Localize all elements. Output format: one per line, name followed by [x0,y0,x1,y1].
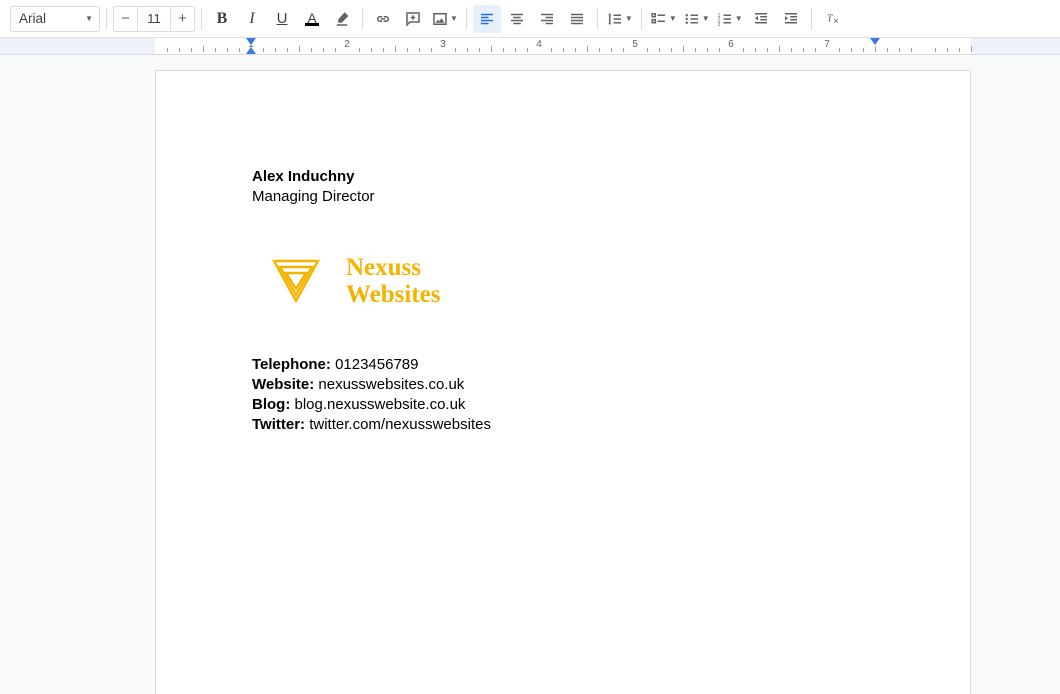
align-right-icon [538,10,556,28]
contact-label: Blog: [252,396,295,413]
link-icon [374,10,392,28]
ruler-scale: 1234567 [155,38,971,54]
chevron-down-icon: ▼ [669,14,677,23]
contact-value: nexusswebsites.co.uk [318,376,464,393]
align-right-button[interactable] [533,5,561,33]
document-workspace: Alex Induchny Managing Director Nexuss W… [0,55,1060,694]
checklist-icon [650,10,668,28]
numbered-list-button[interactable]: 123 ▼ [714,5,745,33]
font-family-select[interactable]: Arial ▼ [10,6,100,32]
separator [106,8,107,30]
align-justify-icon [568,10,586,28]
contact-block: Telephone: 0123456789Website: nexusswebs… [252,355,874,436]
highlighter-icon [333,10,351,28]
separator [811,8,812,30]
bullet-list-icon [683,10,701,28]
text-color-swatch [305,23,319,26]
font-size-increase-button[interactable]: + [171,6,195,32]
font-size-group: − + [113,6,195,32]
comment-icon [404,10,422,28]
right-indent-marker[interactable] [870,38,880,45]
contact-label: Website: [252,376,318,393]
contact-line: Website: nexusswebsites.co.uk [252,375,874,395]
separator [466,8,467,30]
indent-decrease-icon [752,10,770,28]
svg-text:✕: ✕ [832,16,838,25]
align-center-icon [508,10,526,28]
signature-title: Managing Director [252,187,874,207]
clear-formatting-button[interactable]: T✕ [818,5,846,33]
numbered-list-icon: 123 [716,10,734,28]
left-indent-marker[interactable] [246,38,256,45]
svg-text:3: 3 [717,21,720,27]
contact-value: twitter.com/nexusswebsites [309,416,491,433]
chevron-down-icon: ▼ [85,14,93,23]
font-family-label: Arial [19,11,46,26]
chevron-down-icon: ▼ [735,14,743,23]
align-left-button[interactable] [473,5,501,33]
clear-format-icon: T✕ [823,10,841,28]
logo-line1: Nexuss [346,254,440,282]
insert-comment-button[interactable] [399,5,427,33]
line-spacing-icon [606,10,624,28]
insert-link-button[interactable] [369,5,397,33]
contact-line: Telephone: 0123456789 [252,355,874,375]
document-page[interactable]: Alex Induchny Managing Director Nexuss W… [155,70,971,694]
highlight-button[interactable] [328,5,356,33]
separator [597,8,598,30]
bold-button[interactable]: B [208,5,236,33]
indent-decrease-button[interactable] [747,5,775,33]
bulleted-list-button[interactable]: ▼ [681,5,712,33]
separator [201,8,202,30]
checklist-button[interactable]: ▼ [648,5,679,33]
company-logo-text: Nexuss Websites [346,254,440,309]
line-spacing-button[interactable]: ▼ [604,5,635,33]
contact-label: Twitter: [252,416,309,433]
indent-increase-button[interactable] [777,5,805,33]
font-size-input[interactable] [137,6,171,32]
image-icon [431,10,449,28]
chevron-down-icon: ▼ [450,14,458,23]
contact-value: 0123456789 [335,356,418,373]
formatting-toolbar: Arial ▼ − + B I U A ▼ [0,0,1060,38]
contact-value: blog.nexusswebsite.co.uk [295,396,466,413]
align-left-icon [478,10,496,28]
align-justify-button[interactable] [563,5,591,33]
horizontal-ruler[interactable]: 1234567 [0,38,1060,55]
contact-line: Twitter: twitter.com/nexusswebsites [252,415,874,435]
first-line-indent-marker[interactable] [246,47,256,54]
logo-line2: Websites [346,281,440,309]
chevron-down-icon: ▼ [702,14,710,23]
company-logo: Nexuss Websites [270,254,874,309]
chevron-down-icon: ▼ [625,14,633,23]
signature-name: Alex Induchny [252,167,874,187]
font-size-decrease-button[interactable]: − [113,6,137,32]
text-color-button[interactable]: A [298,5,326,33]
triangle-logo-icon [270,257,322,305]
contact-label: Telephone: [252,356,335,373]
underline-button[interactable]: U [268,5,296,33]
insert-image-button[interactable]: ▼ [429,5,460,33]
separator [362,8,363,30]
align-center-button[interactable] [503,5,531,33]
indent-increase-icon [782,10,800,28]
contact-line: Blog: blog.nexusswebsite.co.uk [252,395,874,415]
italic-button[interactable]: I [238,5,266,33]
separator [641,8,642,30]
